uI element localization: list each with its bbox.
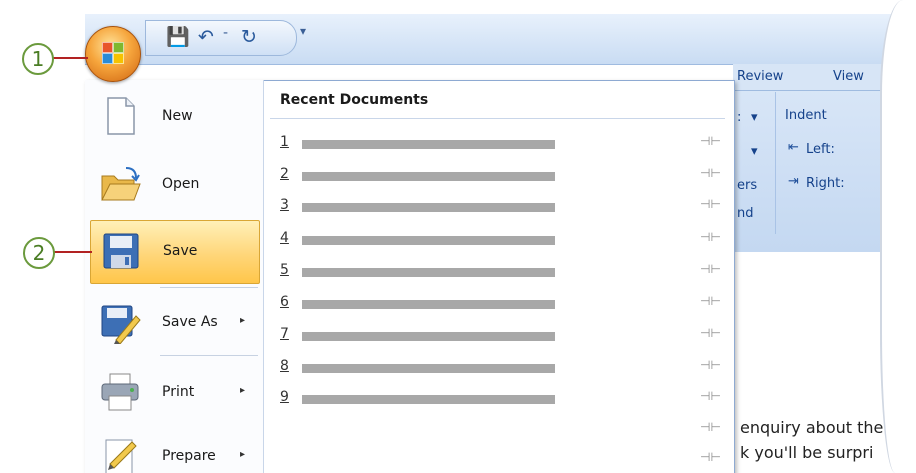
document-text-line: k you'll be surpri (740, 443, 874, 462)
menu-item-label: Save (163, 243, 198, 259)
indent-right-label[interactable]: Right: (806, 176, 845, 191)
menu-item-save-as[interactable]: Save As ▸ (90, 292, 258, 354)
recent-document-item[interactable]: 3 ⊣⊢ (280, 195, 721, 217)
callout-number: 1 (22, 43, 54, 75)
prepare-icon (105, 439, 137, 473)
document-text-line: enquiry about the (740, 418, 884, 437)
indent-left-label[interactable]: Left: (806, 142, 835, 157)
undo-icon[interactable]: ↶ (198, 25, 214, 49)
recent-document-name-placeholder (302, 203, 555, 212)
recent-document-item[interactable]: 2 ⊣⊢ (280, 164, 721, 186)
pin-icon[interactable]: ⊣⊢ (700, 389, 721, 403)
tab-review[interactable]: Review (737, 69, 783, 84)
recent-document-name-placeholder (302, 236, 555, 245)
pin-icon[interactable]: ⊣⊢ (700, 166, 721, 180)
recent-document-name-placeholder (302, 395, 555, 404)
recent-document-item[interactable]: 4 ⊣⊢ (280, 228, 721, 250)
recent-document-name-placeholder (302, 140, 555, 149)
pin-icon[interactable]: ⊣⊢ (700, 230, 721, 244)
menu-item-save[interactable]: Save (90, 220, 260, 284)
recent-document-item[interactable]: 8 ⊣⊢ (280, 356, 721, 378)
recent-document-number: 8 (280, 358, 289, 374)
office-logo-icon (102, 42, 124, 64)
new-document-icon (107, 97, 135, 135)
callout-leader-line (50, 57, 88, 59)
submenu-arrow-icon: ▸ (240, 385, 246, 396)
submenu-arrow-icon: ▸ (240, 315, 246, 326)
pin-icon[interactable]: ⊣⊢ (700, 420, 721, 434)
recent-document-number: 9 (280, 389, 289, 405)
printer-icon (101, 373, 139, 411)
pin-icon[interactable]: ⊣⊢ (700, 450, 721, 464)
pin-icon[interactable]: ⊣⊢ (700, 326, 721, 340)
open-folder-icon (101, 167, 141, 201)
tab-view[interactable]: View (833, 69, 864, 84)
torn-edge (880, 0, 916, 473)
recent-document-number: 6 (280, 294, 289, 310)
recent-document-item[interactable]: 5 ⊣⊢ (280, 260, 721, 282)
recent-document-item[interactable]: 7 ⊣⊢ (280, 324, 721, 346)
recent-document-number: 5 (280, 262, 289, 278)
recent-document-name-placeholder (302, 268, 555, 277)
ribbon-partial-arrow[interactable]: ▾ (751, 144, 758, 159)
redo-icon[interactable]: ↻ (241, 25, 257, 49)
save-as-icon (101, 305, 141, 344)
recent-documents-heading: Recent Documents (280, 92, 429, 108)
recent-document-item[interactable]: 9 ⊣⊢ (280, 387, 721, 409)
ribbon-partial-label: ers (737, 178, 758, 193)
office-window: 💾 ↶ - ↻ ▾ Review View : ▾ ▾ ers nd Inden… (0, 0, 916, 473)
ribbon-partial-label: : (737, 110, 742, 125)
menu-item-label: Prepare (162, 448, 216, 464)
ribbon-partial-group-label: nd (737, 206, 754, 221)
recent-document-number: 7 (280, 326, 289, 342)
ribbon-partial-arrow[interactable]: ▾ (751, 110, 758, 125)
pin-icon[interactable]: ⊣⊢ (700, 197, 721, 211)
recent-document-name-placeholder (302, 332, 555, 341)
pin-icon[interactable]: ⊣⊢ (700, 358, 721, 372)
ribbon-group-partial: : ▾ ▾ ers nd (733, 92, 776, 234)
menu-item-prepare[interactable]: Prepare ▸ (90, 426, 258, 473)
submenu-arrow-icon: ▸ (240, 449, 246, 460)
quick-access-toolbar: 💾 ↶ - ↻ (145, 20, 297, 56)
indent-title: Indent (785, 108, 827, 123)
menu-item-open[interactable]: Open (90, 154, 258, 216)
menu-item-label: Save As (162, 314, 218, 330)
menu-item-label: Open (162, 176, 200, 192)
callout-number: 2 (23, 237, 55, 269)
pin-icon[interactable]: ⊣⊢ (700, 262, 721, 276)
indent-left-icon: ⇤ (788, 140, 799, 155)
menu-item-print[interactable]: Print ▸ (90, 362, 258, 424)
recent-document-number: 3 (280, 197, 289, 213)
menu-separator (160, 287, 258, 288)
save-disk-icon (103, 233, 139, 269)
recent-document-number: 4 (280, 230, 289, 246)
recent-document-item[interactable]: 6 ⊣⊢ (280, 292, 721, 314)
recent-documents-divider (270, 118, 725, 119)
menu-item-new[interactable]: New (90, 86, 258, 148)
menu-item-label: Print (162, 384, 195, 400)
pin-icon[interactable]: ⊣⊢ (700, 134, 721, 148)
recent-document-name-placeholder (302, 364, 555, 373)
customize-toolbar-icon[interactable]: ▾ (300, 24, 306, 38)
office-button[interactable] (85, 26, 141, 82)
pin-icon[interactable]: ⊣⊢ (700, 294, 721, 308)
recent-document-name-placeholder (302, 172, 555, 181)
undo-dropdown-separator: - (223, 25, 229, 41)
recent-document-number: 1 (280, 134, 289, 150)
menu-separator (160, 355, 258, 356)
indent-right-icon: ⇥ (788, 174, 799, 189)
save-icon[interactable]: 💾 (166, 25, 190, 49)
recent-document-name-placeholder (302, 300, 555, 309)
callout-leader-line (52, 251, 92, 253)
recent-document-item[interactable]: 1 ⊣⊢ (280, 132, 721, 154)
recent-document-number: 2 (280, 166, 289, 182)
menu-item-label: New (162, 108, 193, 124)
